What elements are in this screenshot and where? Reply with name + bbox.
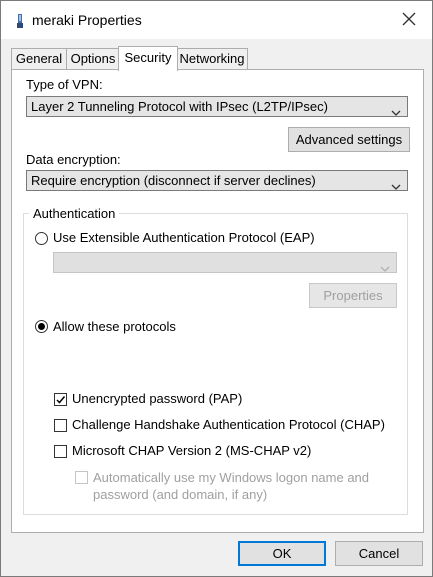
close-icon (402, 12, 416, 29)
chevron-down-icon (391, 103, 401, 116)
chevron-down-icon (391, 177, 401, 190)
vpn-type-value: Layer 2 Tunneling Protocol with IPsec (L… (31, 99, 328, 114)
chevron-down-icon (380, 259, 390, 272)
eap-label[interactable]: Use Extensible Authentication Protocol (… (53, 230, 315, 245)
chap-label[interactable]: Challenge Handshake Authentication Proto… (72, 417, 385, 432)
eap-radio[interactable] (35, 232, 48, 245)
network-connection-icon (15, 13, 25, 29)
window-title: meraki Properties (32, 12, 142, 28)
eap-properties-button[interactable]: Properties (309, 283, 397, 308)
tab-security[interactable]: Security (118, 46, 178, 71)
vpn-type-select[interactable]: Layer 2 Tunneling Protocol with IPsec (L… (26, 96, 408, 117)
tab-networking[interactable]: Networking (176, 48, 248, 69)
auto-logon-label-line1: Automatically use my Windows logon name … (93, 470, 370, 485)
allow-protocols-label[interactable]: Allow these protocols (53, 319, 176, 334)
auto-logon-label[interactable]: Automatically use my Windows logon name … (93, 469, 369, 503)
advanced-settings-button[interactable]: Advanced settings (288, 127, 410, 152)
properties-dialog: meraki Properties General Options Securi… (0, 0, 433, 577)
radio-selected-dot (38, 323, 45, 330)
authentication-group-label: Authentication (29, 206, 120, 221)
cancel-button[interactable]: Cancel (335, 541, 423, 566)
mschapv2-label[interactable]: Microsoft CHAP Version 2 (MS-CHAP v2) (72, 443, 311, 458)
auto-logon-label-line2: password (and domain, if any) (93, 487, 268, 502)
close-button[interactable] (386, 1, 432, 39)
data-encryption-label: Data encryption: (26, 152, 121, 167)
mschapv2-checkbox[interactable] (54, 445, 67, 458)
chap-checkbox[interactable] (54, 419, 67, 432)
allow-protocols-radio[interactable] (35, 320, 48, 333)
tab-general[interactable]: General (11, 48, 67, 69)
eap-method-select[interactable] (53, 252, 397, 273)
ok-button[interactable]: OK (238, 541, 326, 566)
pap-checkbox[interactable] (54, 393, 67, 406)
data-encryption-value: Require encryption (disconnect if server… (31, 173, 316, 188)
tab-options[interactable]: Options (66, 48, 120, 69)
title-bar[interactable]: meraki Properties (1, 1, 432, 39)
vpn-type-label: Type of VPN: (26, 77, 103, 92)
pap-label[interactable]: Unencrypted password (PAP) (72, 391, 242, 406)
data-encryption-select[interactable]: Require encryption (disconnect if server… (26, 170, 408, 191)
auto-logon-checkbox[interactable] (75, 471, 88, 484)
